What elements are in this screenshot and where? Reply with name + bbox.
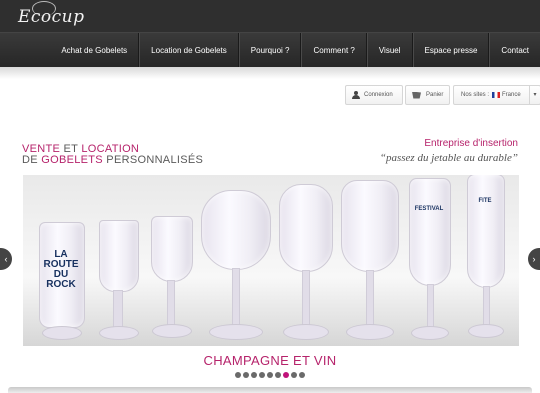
nav-visuel[interactable]: Visuel [366, 33, 413, 68]
slider-dot[interactable] [235, 372, 241, 378]
glass-image: FESTIVAL [407, 178, 453, 342]
chevron-down-icon[interactable]: ▾ [529, 86, 540, 104]
title-gobelets: GOBELETS [41, 154, 103, 166]
ecocup-logo[interactable]: Ecocup [12, 1, 85, 33]
glass-image: FITE [465, 175, 507, 342]
slogan: “passez du jetable au durable” [379, 152, 518, 164]
nav-achat-gobelets[interactable]: Achat de Gobelets [50, 33, 140, 68]
logo-text: Ecocup [18, 7, 85, 27]
flag-france-icon [492, 92, 501, 98]
slider-dots [0, 372, 540, 378]
glass-image [149, 216, 195, 342]
login-button[interactable]: Connexion [345, 85, 403, 105]
nav-location-gobelets[interactable]: Location de Gobelets [139, 33, 239, 68]
slider-dot-active[interactable] [283, 372, 289, 378]
slide-caption: CHAMPAGNE ET VIN [203, 353, 337, 368]
glass-image [97, 220, 141, 342]
cart-button[interactable]: Panier [405, 85, 450, 105]
nav-comment[interactable]: Comment ? [301, 33, 367, 68]
user-icon [352, 91, 360, 99]
slider-dot[interactable] [259, 372, 265, 378]
slider-dot[interactable] [299, 372, 305, 378]
site-header: Ecocup Achat de Gobelets Location de Gob… [0, 0, 540, 68]
site-selector[interactable]: Nos sites : France ▾ [453, 85, 540, 105]
product-slider[interactable]: LA ROUTE DU ROCK FESTIVAL FITE [23, 175, 519, 346]
slider-dot[interactable] [243, 372, 249, 378]
slider-dot[interactable] [267, 372, 273, 378]
glass-image [277, 184, 335, 342]
login-label: Connexion [364, 92, 393, 98]
header-shadow [0, 67, 540, 79]
glass-print-text: LA ROUTE DU ROCK [43, 249, 79, 290]
country-label: France [502, 92, 521, 98]
content-divider [8, 387, 532, 393]
nav-pourquoi[interactable]: Pourquoi ? [238, 33, 302, 68]
insertion-link[interactable]: Entreprise d'insertion [424, 138, 518, 149]
glass-print-text: FITE [478, 198, 492, 204]
nav-espace-presse[interactable]: Espace presse [412, 33, 490, 68]
glass-image [339, 180, 401, 342]
slider-next-button[interactable]: › [528, 248, 540, 270]
main-nav: Achat de Gobelets Location de Gobelets P… [0, 32, 540, 68]
page-title: VENTE ET LOCATION DE GOBELETS PERSONNALI… [22, 144, 203, 166]
slider-dot[interactable] [251, 372, 257, 378]
title-de: DE [22, 154, 42, 166]
cart-label: Panier [426, 92, 444, 98]
glass-image: LA ROUTE DU ROCK [39, 222, 85, 342]
nav-contact[interactable]: Contact [489, 33, 540, 68]
slider-prev-button[interactable]: ‹ [0, 248, 12, 270]
sites-label: Nos sites : [461, 92, 490, 98]
glass-image [199, 190, 273, 342]
slider-dot[interactable] [291, 372, 297, 378]
cart-icon [412, 91, 421, 99]
title-personnalises: PERSONNALISÉS [102, 154, 204, 166]
slider-dot[interactable] [275, 372, 281, 378]
glass-print-text: FESTIVAL [414, 206, 444, 212]
